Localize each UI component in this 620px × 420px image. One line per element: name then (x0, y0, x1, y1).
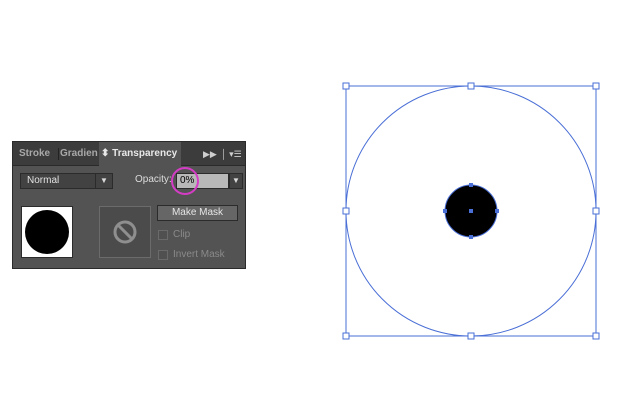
resize-handle-bottom-center[interactable] (467, 332, 475, 340)
anchor-point[interactable] (469, 235, 473, 239)
resize-handle-middle-right[interactable] (592, 207, 600, 215)
anchor-point[interactable] (443, 209, 447, 213)
anchor-point[interactable] (495, 209, 499, 213)
resize-handle-bottom-left[interactable] (342, 332, 350, 340)
resize-handle-top-left[interactable] (342, 82, 350, 90)
resize-handle-middle-left[interactable] (342, 207, 350, 215)
anchor-point[interactable] (469, 183, 473, 187)
artboard-canvas[interactable] (0, 0, 620, 420)
resize-handle-top-center[interactable] (467, 82, 475, 90)
center-point (469, 209, 473, 213)
selected-group[interactable] (342, 82, 600, 340)
resize-handle-top-right[interactable] (592, 82, 600, 90)
resize-handle-bottom-right[interactable] (592, 332, 600, 340)
